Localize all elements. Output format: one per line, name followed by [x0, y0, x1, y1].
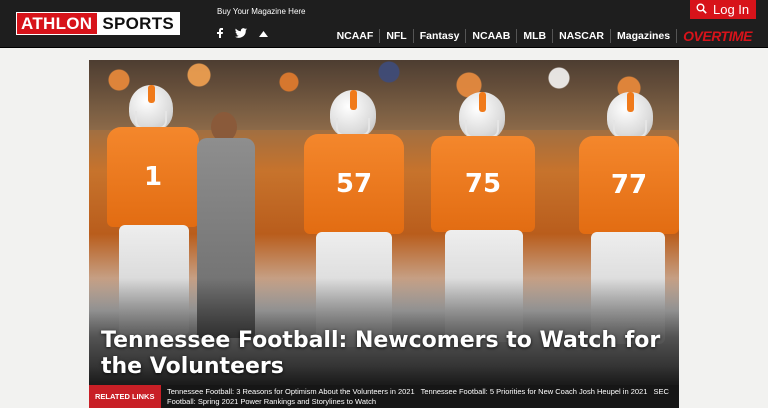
nav-fantasy[interactable]: Fantasy: [412, 29, 466, 43]
jersey-number: 1: [107, 127, 199, 227]
athlon-sports-logo[interactable]: ATHLON SPORTS: [16, 12, 181, 35]
jersey-number: 77: [579, 136, 679, 234]
related-links-list: Tennessee Football: 3 Reasons for Optimi…: [161, 387, 679, 407]
hero-crowd-background: [89, 60, 679, 130]
jersey-number: 57: [304, 134, 404, 234]
related-link-2[interactable]: Tennessee Football: 5 Priorities for New…: [421, 387, 648, 396]
nav-mlb[interactable]: MLB: [516, 29, 552, 43]
twitter-icon[interactable]: [235, 28, 247, 41]
nav-magazines[interactable]: Magazines: [610, 29, 676, 43]
nav-ncaab[interactable]: NCAAB: [465, 29, 516, 43]
logo-athlon: ATHLON: [17, 13, 98, 34]
nav-overtime-logo[interactable]: OVERTIME: [676, 29, 752, 43]
login-label: Log In: [713, 2, 750, 17]
related-links-label: RELATED LINKS: [89, 385, 161, 408]
related-link-1[interactable]: Tennessee Football: 3 Reasons for Optimi…: [167, 387, 415, 396]
chevron-up-icon[interactable]: [259, 30, 268, 40]
nav-ncaaf[interactable]: NCAAF: [331, 29, 380, 43]
login-button[interactable]: Log In: [690, 0, 756, 19]
social-links: [217, 28, 268, 41]
logo-sports: SPORTS: [97, 13, 180, 34]
hero-headline[interactable]: Tennessee Football: Newcomers to Watch f…: [101, 328, 671, 380]
site-header: ATHLON SPORTS Buy Your Magazine Here Log…: [0, 0, 768, 48]
lock-icon: [696, 2, 707, 17]
nav-nfl[interactable]: NFL: [379, 29, 412, 43]
nav-nascar[interactable]: NASCAR: [552, 29, 610, 43]
jersey-number: 75: [431, 136, 535, 232]
facebook-icon[interactable]: [217, 28, 223, 41]
related-links-bar: RELATED LINKS Tennessee Football: 3 Reas…: [89, 385, 679, 408]
hero-feature[interactable]: 1 57 75 77 Tennessee Football: Newcomers…: [89, 60, 679, 408]
buy-magazine-link[interactable]: Buy Your Magazine Here: [217, 7, 306, 16]
main-nav: NCAAF NFL Fantasy NCAAB MLB NASCAR Magaz…: [331, 29, 752, 43]
